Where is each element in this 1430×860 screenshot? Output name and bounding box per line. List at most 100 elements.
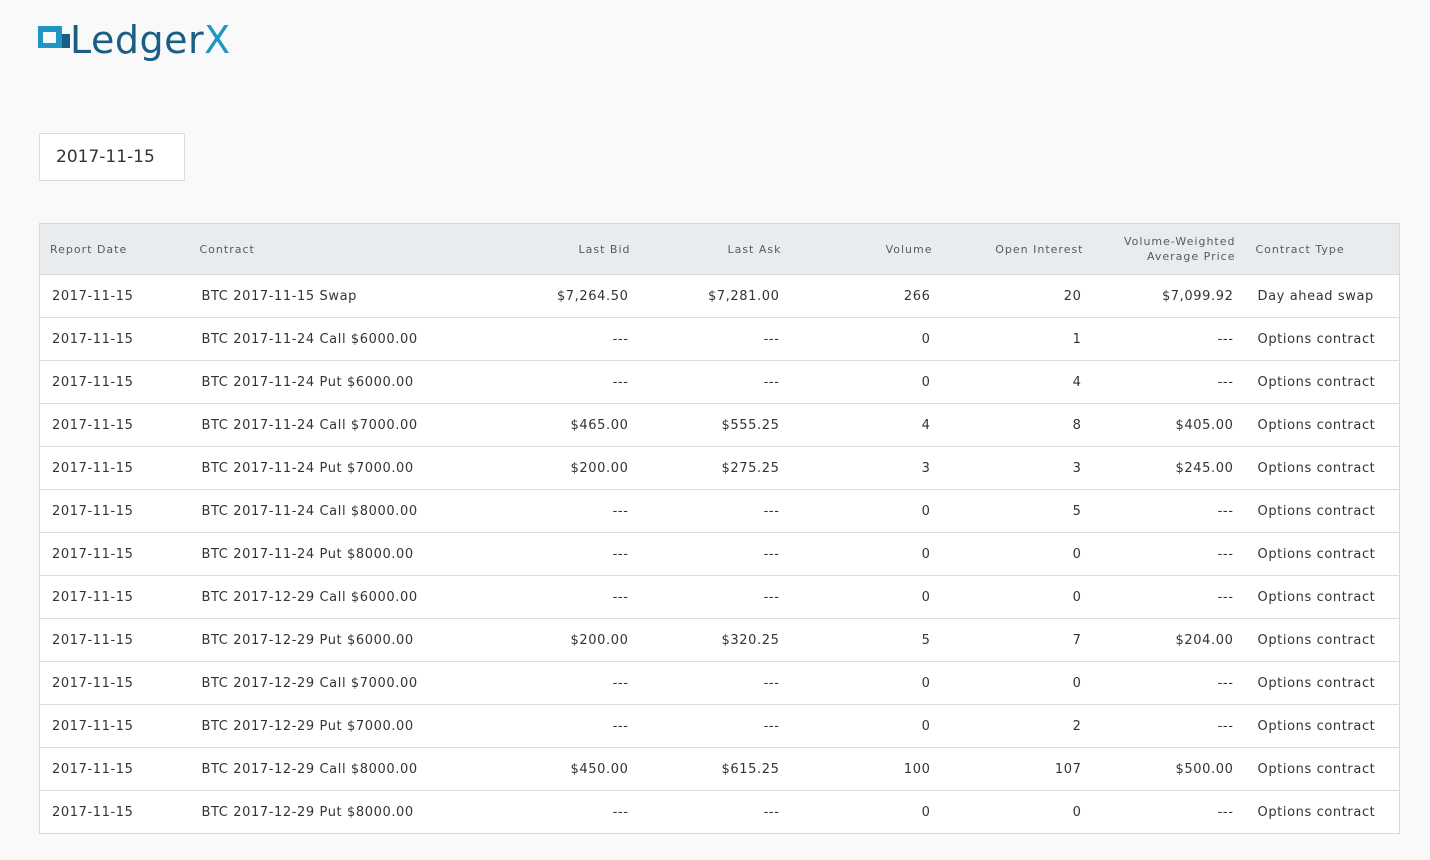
cell-vwap: --- [1093, 661, 1246, 705]
cell-volume: 100 [791, 747, 943, 791]
cell-last-bid: $450.00 [489, 747, 641, 791]
cell-last-ask: $7,281.00 [640, 274, 792, 318]
ledgerx-logo[interactable]: LedgerX [38, 20, 231, 68]
ledgerx-logo-text: LedgerX [70, 20, 231, 60]
cell-vwap: --- [1093, 317, 1246, 361]
cell-last-bid: --- [489, 489, 641, 533]
cell-vwap: $500.00 [1093, 747, 1246, 791]
cell-contract-type: Options contract [1257, 804, 1376, 820]
report-date-input[interactable] [39, 133, 185, 181]
cell-report-date: 2017-11-15 [39, 704, 190, 748]
cell-last-ask: --- [640, 704, 792, 748]
table-row: 2017-11-15 BTC 2017-11-24 Call $6000.00 --… [39, 317, 1400, 361]
cell-report-date: 2017-11-15 [39, 489, 190, 533]
cell-volume: 266 [791, 274, 943, 318]
cell-contract: BTC 2017-11-24 Call $8000.00 [189, 489, 490, 533]
cell-contract: BTC 2017-11-24 Put $7000.00 [189, 446, 490, 490]
cell-last-ask: --- [763, 804, 780, 820]
cell-vwap: $7,099.92 [1093, 274, 1246, 318]
table-row: 2017-11-15 BTC 2017-12-29 Put $6000.00 $20… [39, 618, 1400, 662]
table-row: 2017-11-15 BTC 2017-11-24 Put $6000.00 ---… [39, 360, 1400, 404]
cell-contract-type: Options contract [1245, 532, 1400, 576]
header-vwap[interactable]: Volume-Weighted Average Price [1093, 223, 1246, 275]
cell-contract-type: Options contract [1245, 360, 1400, 404]
cell-contract-type: Day ahead swap [1245, 274, 1400, 318]
cell-open-interest: 8 [942, 403, 1094, 447]
table-row: 2017-11-15 BTC 2017-12-29 Call $6000.00 --… [39, 575, 1400, 619]
cell-last-bid: --- [489, 575, 641, 619]
cell-volume: 0 [791, 575, 943, 619]
cell-last-bid: --- [489, 317, 641, 361]
cell-contract: BTC 2017-12-29 Put $6000.00 [189, 618, 490, 662]
header-vwap-line1: Volume-Weighted [1123, 235, 1236, 248]
cell-last-bid: --- [489, 704, 641, 748]
table-header-row: Report Date Contract Last Bid Last Ask V… [39, 223, 1400, 275]
cell-report-date: 2017-11-15 [39, 575, 190, 619]
cell-last-ask: --- [640, 489, 792, 533]
cell-open-interest: 5 [942, 489, 1094, 533]
cell-contract: BTC 2017-12-29 Call $7000.00 [189, 661, 490, 705]
cell-volume: 3 [791, 446, 943, 490]
table-row: 2017-11-15 BTC 2017-11-24 Put $8000.00 ---… [39, 532, 1400, 576]
cell-last-bid: --- [489, 661, 641, 705]
cell-volume: 0 [791, 317, 943, 361]
cell-report-date: 2017-11-15 [39, 274, 190, 318]
cell-vwap: --- [1093, 360, 1246, 404]
cell-open-interest: 20 [942, 274, 1094, 318]
table-row: 2017-11-15 BTC 2017-12-29 Put $8000.00 ---… [40, 791, 1400, 834]
cell-volume: 0 [791, 489, 943, 533]
cell-last-bid: $7,264.50 [489, 274, 641, 318]
cell-volume: 4 [791, 403, 943, 447]
cell-report-date: 2017-11-15 [52, 804, 134, 820]
cell-last-ask: $320.25 [640, 618, 792, 662]
cell-volume: 0 [791, 661, 943, 705]
table-row: 2017-11-15 BTC 2017-11-24 Put $7000.00 $20… [39, 446, 1400, 490]
header-last-bid[interactable]: Last Bid [489, 223, 641, 275]
cell-volume: 0 [791, 532, 943, 576]
cell-vwap: --- [1093, 575, 1246, 619]
table-row: 2017-11-15 BTC 2017-11-24 Call $8000.00 --… [39, 489, 1400, 533]
cell-contract-type: Options contract [1245, 575, 1400, 619]
cell-open-interest: 7 [942, 618, 1094, 662]
cell-report-date: 2017-11-15 [39, 403, 190, 447]
cell-last-ask: --- [640, 575, 792, 619]
cell-open-interest: 2 [942, 704, 1094, 748]
cell-contract-type: Options contract [1245, 446, 1400, 490]
cell-open-interest: 3 [942, 446, 1094, 490]
header-last-ask[interactable]: Last Ask [640, 223, 792, 275]
cell-report-date: 2017-11-15 [39, 661, 190, 705]
cell-contract: BTC 2017-12-29 Put $7000.00 [189, 704, 490, 748]
cell-contract: BTC 2017-12-29 Put $8000.00 [201, 804, 414, 820]
cell-report-date: 2017-11-15 [39, 747, 190, 791]
cell-vwap: --- [1093, 489, 1246, 533]
logo-text-accent: X [204, 18, 231, 62]
cell-last-ask: --- [640, 360, 792, 404]
cell-last-ask: $275.25 [640, 446, 792, 490]
header-contract[interactable]: Contract [189, 223, 490, 275]
cell-volume: 0 [791, 704, 943, 748]
cell-contract: BTC 2017-11-24 Call $7000.00 [189, 403, 490, 447]
header-report-date[interactable]: Report Date [39, 223, 190, 275]
header-contract-type[interactable]: Contract Type [1245, 223, 1400, 275]
table-row: 2017-11-15 BTC 2017-11-24 Call $7000.00 $4… [39, 403, 1400, 447]
header-vwap-line2: Average Price [1146, 250, 1236, 263]
cell-contract-type: Options contract [1245, 747, 1400, 791]
cell-last-ask: $615.25 [640, 747, 792, 791]
table-row: 2017-11-15 BTC 2017-12-29 Call $8000.00 $4… [39, 747, 1400, 791]
cell-contract-type: Options contract [1245, 403, 1400, 447]
cell-report-date: 2017-11-15 [39, 618, 190, 662]
cell-open-interest: 4 [942, 360, 1094, 404]
cell-last-bid: --- [612, 804, 629, 820]
header-volume[interactable]: Volume [791, 223, 943, 275]
cell-contract: BTC 2017-12-29 Call $8000.00 [189, 747, 490, 791]
cell-volume: 5 [791, 618, 943, 662]
cell-contract-type: Options contract [1245, 661, 1400, 705]
cell-open-interest: 107 [942, 747, 1094, 791]
cell-vwap: --- [1093, 532, 1246, 576]
cell-contract: BTC 2017-11-24 Put $6000.00 [189, 360, 490, 404]
cell-vwap: --- [1217, 804, 1234, 820]
cell-last-ask: $555.25 [640, 403, 792, 447]
header-open-interest[interactable]: Open Interest [942, 223, 1094, 275]
cell-open-interest: 1 [942, 317, 1094, 361]
cell-open-interest: 0 [1072, 804, 1082, 820]
